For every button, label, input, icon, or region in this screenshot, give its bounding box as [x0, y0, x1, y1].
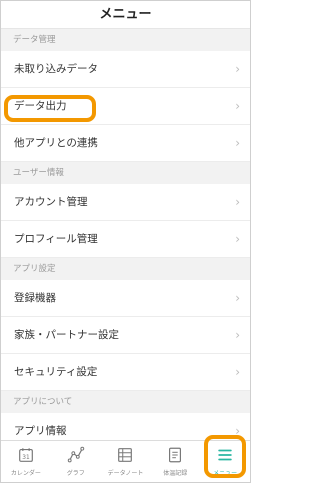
tab-data-note[interactable]: データノート [101, 441, 151, 482]
menu-item-account[interactable]: アカウント管理 › [1, 184, 250, 221]
tab-label: カレンダー [10, 470, 41, 477]
tab-graph[interactable]: グラフ [51, 441, 101, 482]
calendar-date: 31 [22, 455, 30, 461]
data-note-icon [118, 448, 133, 462]
menu-item-unimported-data[interactable]: 未取り込みデータ › [1, 51, 250, 88]
menu-item-family-partner[interactable]: 家族・パートナー設定 › [1, 317, 250, 354]
chevron-right-icon: › [235, 62, 240, 76]
menu-item-label: セキュリティ設定 [14, 366, 98, 378]
menu-item-label: 登録機器 [14, 292, 56, 304]
tab-label: データノート [107, 470, 144, 477]
menu-item-label: アカウント管理 [14, 196, 88, 208]
menu-item-label: 家族・パートナー設定 [14, 329, 119, 341]
chevron-right-icon: › [235, 136, 240, 150]
menu-item-security[interactable]: セキュリティ設定 › [1, 354, 250, 391]
tab-label: 体温記録 [163, 470, 188, 477]
menu-item-label: プロフィール管理 [14, 233, 98, 245]
menu-tab-highlight [204, 435, 246, 478]
section-header-user-info: ユーザー情報 [1, 162, 250, 184]
section-header-app-settings: アプリ設定 [1, 258, 250, 280]
menu-item-label: アプリ情報 [14, 425, 67, 437]
calendar-icon: 31 [19, 448, 33, 462]
menu-item-devices[interactable]: 登録機器 › [1, 280, 250, 317]
graph-icon [67, 446, 84, 463]
menu-item-profile[interactable]: プロフィール管理 › [1, 221, 250, 258]
tab-calendar[interactable]: 31 カレンダー [1, 441, 51, 482]
data-export-highlight [4, 95, 96, 122]
menu-screen: メニュー データ管理 未取り込みデータ › データ出力 › 他アプリとの連携 ›… [0, 0, 251, 483]
menu-item-label: 他アプリとの連携 [14, 137, 98, 149]
section-header-about-app: アプリについて [1, 391, 250, 413]
chevron-right-icon: › [235, 232, 240, 246]
temperature-record-icon [169, 447, 182, 463]
chevron-right-icon: › [235, 291, 240, 305]
menu-item-app-integration[interactable]: 他アプリとの連携 › [1, 125, 250, 162]
chevron-right-icon: › [235, 99, 240, 113]
chevron-right-icon: › [235, 365, 240, 379]
chevron-right-icon: › [235, 195, 240, 209]
section-header-data-management: データ管理 [1, 29, 250, 51]
tab-label: グラフ [66, 470, 85, 477]
menu-item-label: 未取り込みデータ [14, 63, 98, 75]
tab-temperature-record[interactable]: 体温記録 [150, 441, 200, 482]
page-title: メニュー [1, 1, 250, 29]
chevron-right-icon: › [235, 328, 240, 342]
